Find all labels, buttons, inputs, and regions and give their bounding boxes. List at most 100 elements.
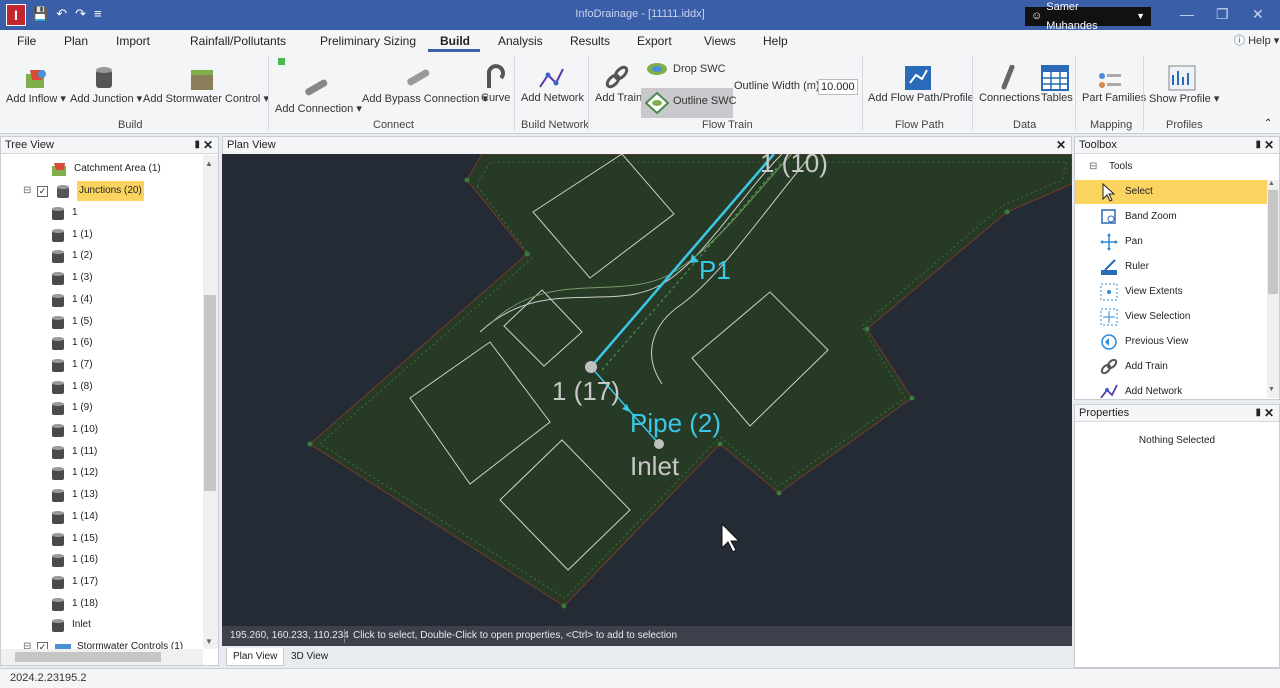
- tree-item-junction[interactable]: 1 (5): [49, 312, 93, 332]
- tree-item-junction[interactable]: 1 (6): [49, 333, 93, 353]
- tree-hscrollbar[interactable]: [1, 649, 203, 665]
- inlet-node[interactable]: [654, 439, 664, 449]
- menu-help[interactable]: Help: [763, 34, 788, 48]
- help-button[interactable]: ⓘ Help ▾: [1234, 32, 1279, 48]
- close-icon[interactable]: ✕: [1264, 137, 1274, 153]
- scroll-up-icon[interactable]: ▲: [205, 159, 213, 168]
- tool-add-train[interactable]: Add Train: [1075, 355, 1267, 379]
- close-icon[interactable]: ✕: [1056, 137, 1066, 153]
- toolbox-scrollbar[interactable]: ▲ ▼: [1267, 180, 1279, 398]
- menu-import[interactable]: Import: [116, 34, 150, 48]
- menu-file[interactable]: File: [17, 34, 36, 48]
- user-icon: ☺: [1031, 10, 1043, 22]
- tree-item-label: Junctions (20): [77, 181, 144, 201]
- menu-export[interactable]: Export: [637, 34, 672, 48]
- tables-button[interactable]: Tables: [1041, 92, 1073, 104]
- pin-icon[interactable]: ▮: [1255, 405, 1261, 421]
- tree-item-junction[interactable]: 1 (16): [49, 550, 98, 570]
- restore-icon[interactable]: ❐: [1216, 6, 1229, 23]
- curve-button[interactable]: Curve: [481, 92, 510, 104]
- tree-item-junction[interactable]: 1 (7): [49, 355, 93, 375]
- collapse-icon[interactable]: ⊟: [1089, 161, 1097, 172]
- add-train-button[interactable]: Add Train: [595, 92, 642, 104]
- tree-item-junction[interactable]: 1 (15): [49, 529, 98, 549]
- tool-ruler[interactable]: Ruler: [1075, 255, 1267, 279]
- menu-preliminary-sizing[interactable]: Preliminary Sizing: [320, 34, 416, 48]
- close-icon[interactable]: ✕: [1264, 405, 1274, 421]
- plan-view-canvas[interactable]: 1 (10) P1 1 (17) Pipe (2) Inlet: [222, 154, 1072, 626]
- tree-item-label: 1 (13): [72, 489, 99, 501]
- scroll-up-icon[interactable]: ▲: [1268, 180, 1275, 187]
- tool-previous-view[interactable]: Previous View: [1075, 330, 1267, 354]
- tree-item-junction[interactable]: 1 (3): [49, 268, 93, 288]
- drop-swc-button[interactable]: Drop SWC: [673, 63, 726, 75]
- add-network-button[interactable]: Add Network: [521, 92, 584, 104]
- status-dot-icon: [278, 58, 285, 65]
- tree-item-junction[interactable]: 1 (12): [49, 463, 98, 483]
- add-connection-button[interactable]: Add Connection ▾: [275, 102, 362, 115]
- tree-item-junction[interactable]: 1 (2): [49, 246, 93, 266]
- add-stormwater-control-button[interactable]: Add Stormwater Control ▾: [143, 92, 269, 105]
- menu-build[interactable]: Build: [440, 34, 470, 48]
- collapse-ribbon-icon[interactable]: ⌃: [1264, 118, 1272, 129]
- tree-item-junction[interactable]: 1 (14): [49, 507, 98, 527]
- catchment-area[interactable]: [309, 154, 1072, 607]
- scroll-down-icon[interactable]: ▼: [205, 637, 213, 646]
- tree-item-junction[interactable]: 1 (9): [49, 398, 93, 418]
- part-families-button[interactable]: Part Families: [1082, 92, 1146, 104]
- add-inflow-button[interactable]: Add Inflow ▾: [6, 92, 66, 105]
- curve-label: Curve: [481, 92, 511, 104]
- scroll-down-icon[interactable]: ▼: [1268, 386, 1275, 393]
- add-junction-button[interactable]: Add Junction ▾: [70, 92, 142, 105]
- tool-band-zoom[interactable]: Band Zoom: [1075, 205, 1267, 229]
- collapse-icon[interactable]: ⊟: [23, 181, 33, 201]
- junction-icon: [52, 467, 64, 481]
- tree-scrollbar[interactable]: ▲ ▼: [203, 155, 218, 649]
- add-flow-path-button[interactable]: Add Flow Path/Profile: [868, 92, 974, 104]
- checkbox[interactable]: ✓: [37, 185, 48, 197]
- pan-icon: [1099, 232, 1119, 252]
- tool-add-network[interactable]: Add Network: [1075, 380, 1267, 398]
- tool-view-extents[interactable]: View Extents: [1075, 280, 1267, 304]
- tree-item-catchment[interactable]: Catchment Area (1): [51, 159, 161, 179]
- minimize-icon[interactable]: —: [1180, 6, 1194, 22]
- tree-item-junction[interactable]: 1 (17): [49, 572, 98, 592]
- add-bypass-connection-button[interactable]: Add Bypass Connection ▾: [362, 92, 488, 105]
- show-profile-button[interactable]: Show Profile ▾: [1149, 92, 1219, 105]
- close-icon[interactable]: ✕: [1252, 6, 1264, 23]
- tool-view-selection[interactable]: View Selection: [1075, 305, 1267, 329]
- menu-rainfall[interactable]: Rainfall/Pollutants: [190, 34, 286, 48]
- menu-views[interactable]: Views: [704, 34, 736, 48]
- tree-item-junction[interactable]: Inlet: [49, 615, 91, 635]
- pin-icon[interactable]: ▮: [1255, 137, 1261, 153]
- collapse-icon[interactable]: ⊟: [23, 637, 33, 649]
- menu-results[interactable]: Results: [570, 34, 610, 48]
- connections-button[interactable]: Connections: [979, 92, 1040, 104]
- menu-plan[interactable]: Plan: [64, 34, 88, 48]
- hscroll-thumb[interactable]: [15, 652, 161, 662]
- scroll-thumb[interactable]: [1268, 190, 1278, 294]
- tree-item-junction[interactable]: 1 (1): [49, 225, 93, 245]
- outline-width-input[interactable]: 10.000: [818, 79, 858, 95]
- tree-item-junction[interactable]: 1 (11): [49, 442, 97, 462]
- tree-item-junction[interactable]: 1: [49, 203, 78, 223]
- scroll-thumb[interactable]: [204, 295, 216, 491]
- menu-analysis[interactable]: Analysis: [498, 34, 543, 48]
- tree-item-junction[interactable]: 1 (13): [49, 485, 98, 505]
- tab-plan-view[interactable]: Plan View: [226, 648, 285, 666]
- close-icon[interactable]: ✕: [203, 137, 213, 153]
- checkbox[interactable]: ✓: [37, 641, 48, 649]
- tree-item-junction[interactable]: 1 (10): [49, 420, 98, 440]
- tree-item-junction[interactable]: 1 (8): [49, 377, 93, 397]
- tree-item-junctions[interactable]: ⊟ ✓ Junctions (20): [23, 181, 144, 201]
- tool-select[interactable]: Select: [1075, 180, 1267, 204]
- junction-node[interactable]: [585, 361, 597, 373]
- tree-item-junction[interactable]: 1 (4): [49, 290, 93, 310]
- tree-item-junction[interactable]: 1 (18): [49, 594, 98, 614]
- version-label: 2024.2.23195.2: [10, 672, 87, 684]
- pin-icon[interactable]: ▮: [194, 137, 200, 153]
- user-menu[interactable]: ☺ Samer Muhandes ▼: [1025, 1, 1151, 32]
- tool-pan[interactable]: Pan: [1075, 230, 1267, 254]
- tree-item-stormwater[interactable]: ⊟ ✓ Stormwater Controls (1): [23, 637, 183, 649]
- tab-3d-view[interactable]: 3D View: [285, 648, 334, 666]
